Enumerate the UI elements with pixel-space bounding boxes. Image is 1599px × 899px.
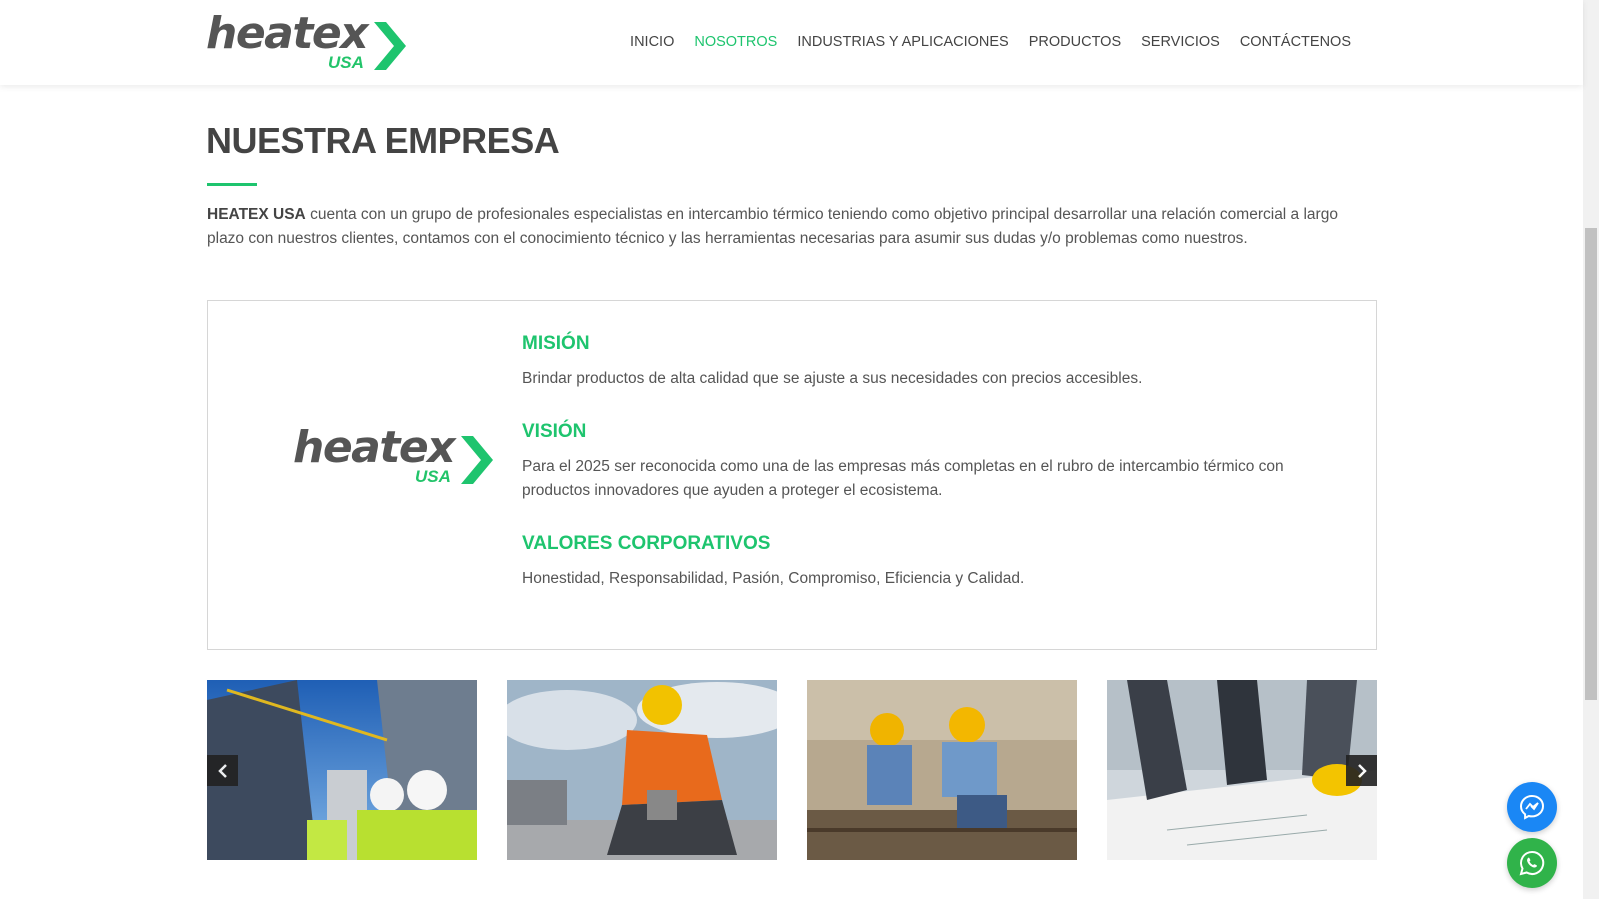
title-underline — [207, 183, 257, 186]
gallery-image-3[interactable] — [807, 680, 1077, 860]
gallery-image-2[interactable] — [507, 680, 777, 860]
nav-nosotros[interactable]: NOSOTROS — [694, 34, 777, 50]
gallery-next-button[interactable] — [1346, 755, 1377, 786]
valores-text: Honestidad, Responsabilidad, Pasión, Com… — [522, 570, 1025, 587]
mision-section: MISIÓN Brindar productos de alta calidad… — [522, 333, 1342, 391]
whatsapp-button[interactable] — [1507, 838, 1557, 888]
messenger-icon — [1519, 794, 1545, 820]
nav-contactenos[interactable]: CONTÁCTENOS — [1240, 34, 1351, 50]
box-heatex-logo: heatex USA — [293, 426, 503, 488]
page-scrollbar[interactable] — [1583, 0, 1599, 899]
scrollbar-thumb[interactable] — [1585, 228, 1597, 700]
page-title: NUESTRA EMPRESA — [206, 120, 560, 161]
logo-chevron-icon — [374, 22, 406, 70]
vision-section: VISIÓN Para el 2025 ser reconocida como … — [522, 421, 1342, 503]
valores-title: VALORES CORPORATIVOS — [522, 533, 771, 554]
vision-title: VISIÓN — [522, 421, 587, 442]
box-logo-usa: USA — [415, 467, 451, 486]
nav-servicios[interactable]: SERVICIOS — [1141, 34, 1220, 50]
main-nav: INICIO NOSOTROS INDUSTRIAS Y APLICACIONE… — [610, 34, 1351, 50]
intro-text: cuenta con un grupo de profesionales esp… — [207, 206, 1338, 247]
intro-paragraph: HEATEX USA cuenta con un grupo de profes… — [207, 203, 1377, 251]
mision-title: MISIÓN — [522, 333, 590, 354]
chevron-right-icon — [1357, 763, 1367, 778]
gallery-image-1[interactable] — [207, 680, 477, 860]
gallery-prev-button[interactable] — [207, 755, 238, 786]
valores-section: VALORES CORPORATIVOS Honestidad, Respons… — [522, 533, 1342, 591]
box-logo-wordmark: heatex — [293, 422, 456, 473]
logo-wordmark: heatex — [206, 8, 369, 59]
nav-industrias[interactable]: INDUSTRIAS Y APLICACIONES — [797, 34, 1008, 50]
nav-inicio[interactable]: INICIO — [630, 34, 674, 50]
site-header: heatex USA INICIO NOSOTROS INDUSTRIAS Y … — [0, 0, 1583, 85]
chevron-left-icon — [217, 763, 227, 778]
intro-company-name: HEATEX USA — [207, 206, 306, 223]
mission-box: heatex USA MISIÓN Brindar productos de a… — [207, 300, 1377, 650]
box-logo-chevron-icon — [461, 436, 493, 484]
gallery-image-4[interactable] — [1107, 680, 1377, 860]
nav-productos[interactable]: PRODUCTOS — [1029, 34, 1121, 50]
logo-usa: USA — [328, 53, 364, 72]
messenger-button[interactable] — [1507, 782, 1557, 832]
vision-text: Para el 2025 ser reconocida como una de … — [522, 458, 1284, 499]
mision-text: Brindar productos de alta calidad que se… — [522, 370, 1143, 387]
heatex-logo[interactable]: heatex USA — [206, 12, 416, 74]
whatsapp-icon — [1519, 850, 1545, 876]
